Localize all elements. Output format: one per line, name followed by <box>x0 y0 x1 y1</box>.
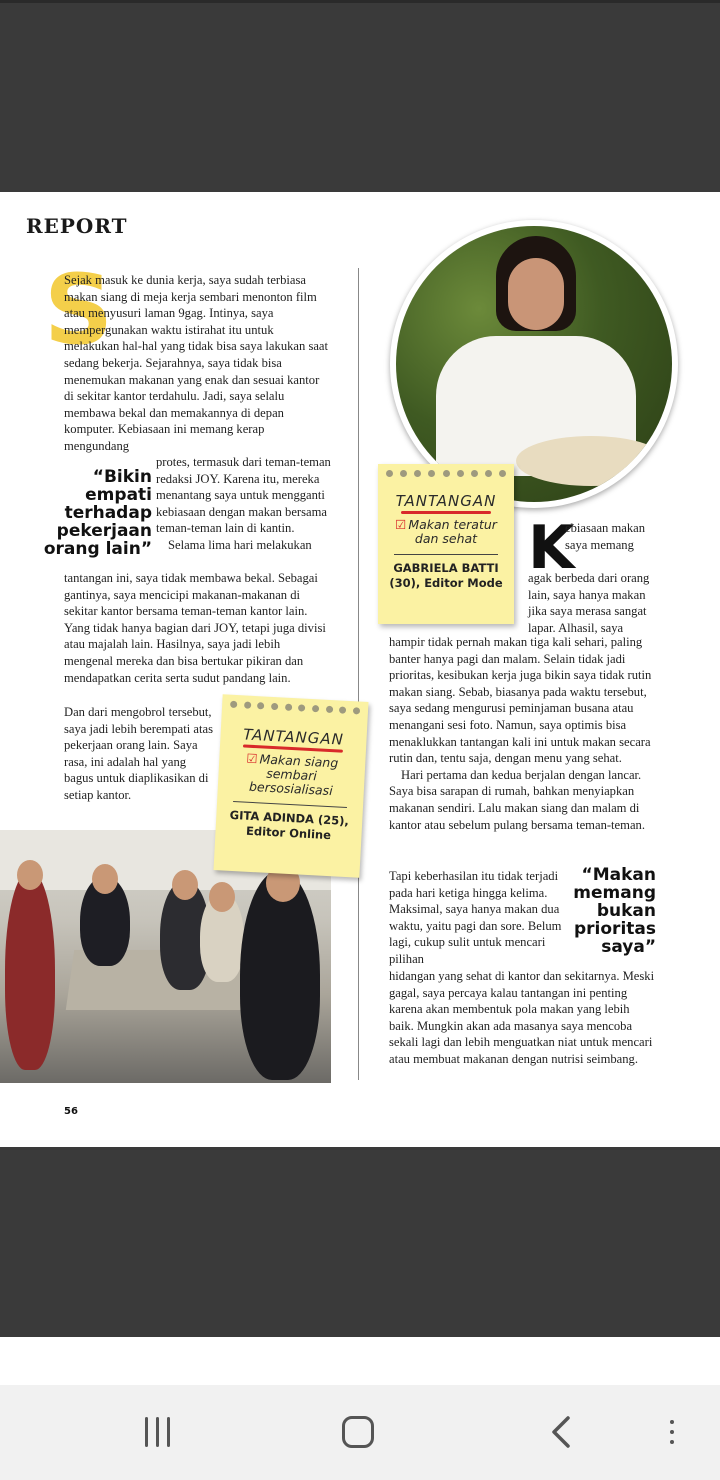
photo-head <box>172 870 198 900</box>
photo-person <box>5 870 55 1070</box>
bottom-white-gap <box>0 1337 720 1385</box>
page-number: 56 <box>64 1106 78 1117</box>
left-paragraph-1: Sejak masuk ke dunia kerja, saya sudah t… <box>64 273 329 453</box>
note-holes <box>386 470 506 478</box>
pull-quote-right: “Makan memang bukan prioritas saya” <box>573 865 656 957</box>
note-item-text: Makan teratur dan sehat <box>408 517 497 546</box>
photo-face <box>508 258 564 330</box>
photo-head <box>92 864 118 894</box>
note-item: ☑Makan siang sembari bersosialisasi <box>228 751 356 800</box>
left-paragraph-4: Dan dari mengobrol tersebut, saya jadi l… <box>64 705 213 802</box>
check-icon: ☑ <box>246 750 259 767</box>
check-icon: ☑ <box>395 517 407 532</box>
note-rule <box>394 554 498 555</box>
challenge-note-right: TANTANGAN ☑ Makan teratur dan sehat GABRI… <box>378 464 514 624</box>
left-paragraph-3: tantangan ini, saya tidak membawa bekal.… <box>64 571 326 685</box>
right-paragraph-2: Hari pertama dan kedua berjalan dengan l… <box>389 767 645 832</box>
back-icon <box>552 1416 570 1448</box>
right-column-end: hidangan yang sehat di kantor dan sekita… <box>389 968 655 1068</box>
right-column-quote-wrap: Tapi keberhasilan itu tidak terjadi pada… <box>389 868 567 968</box>
note-rule <box>233 800 347 808</box>
home-icon <box>342 1416 374 1448</box>
bottom-dark-band <box>0 1147 720 1337</box>
note-name-line-1: GABRIELA BATTI <box>393 561 499 575</box>
photo-head <box>17 860 43 890</box>
left-column-wrap: protes, termasuk dari teman-teman redaks… <box>156 454 332 554</box>
left-column-intro: Sejak masuk ke dunia kerja, saya sudah t… <box>64 272 332 455</box>
right-column-k-wrap: ebiasaan makan saya memang <box>565 520 665 553</box>
right-column-body: hampir tidak pernah makan tiga kali seha… <box>389 634 655 833</box>
more-options-button[interactable] <box>642 1407 702 1457</box>
column-divider <box>358 268 359 1080</box>
recents-icon <box>144 1417 170 1447</box>
magazine-page[interactable]: REPORT S Sejak masuk ke dunia kerja, say… <box>0 192 720 1147</box>
right-paragraph-3-wrap: Tapi keberhasilan itu tidak terjadi pada… <box>389 869 562 966</box>
right-column-k-wrap-2: agak berbeda dari orang lain, saya hanya… <box>528 570 656 636</box>
right-paragraph-1: hampir tidak pernah makan tiga kali seha… <box>389 635 652 766</box>
note-title: TANTANGAN <box>395 492 497 510</box>
right-k-wrap-2: agak berbeda dari orang lain, saya hanya… <box>528 571 650 635</box>
more-vert-icon <box>670 1420 674 1444</box>
photo-head <box>209 882 235 912</box>
back-button[interactable] <box>530 1407 590 1457</box>
left-column-end: Dan dari mengobrol tersebut, saya jadi l… <box>64 704 214 804</box>
note-item: ☑ Makan teratur dan sehat <box>388 518 504 546</box>
note-holes <box>230 700 361 716</box>
pull-quote-left: “Bikin empati terhadap pekerjaan orang l… <box>43 467 152 559</box>
right-paragraph-3: hidangan yang sehat di kantor dan sekita… <box>389 969 655 1066</box>
note-underline <box>401 511 491 514</box>
left-column-body: tantangan ini, saya tidak membawa bekal.… <box>64 570 332 686</box>
portrait-photo-inner <box>396 226 672 502</box>
status-edge <box>0 0 720 3</box>
note-item-text: Makan siang sembari bersosialisasi <box>248 751 339 799</box>
note-name-line-2: (30), Editor Mode <box>389 576 503 590</box>
challenge-note-left: TANTANGAN ☑Makan siang sembari bersosial… <box>213 694 369 878</box>
top-dark-band <box>0 0 720 192</box>
section-label: REPORT <box>26 214 128 238</box>
system-nav-bar <box>0 1385 720 1480</box>
left-paragraph-2: protes, termasuk dari teman-teman redaks… <box>156 455 331 536</box>
home-button[interactable] <box>328 1407 388 1457</box>
left-paragraph-3-start: Selama lima hari melakukan <box>168 537 312 552</box>
photo-plate <box>516 436 666 486</box>
right-k-wrap-1: ebiasaan makan saya memang <box>565 521 646 552</box>
recents-button[interactable] <box>127 1407 187 1457</box>
